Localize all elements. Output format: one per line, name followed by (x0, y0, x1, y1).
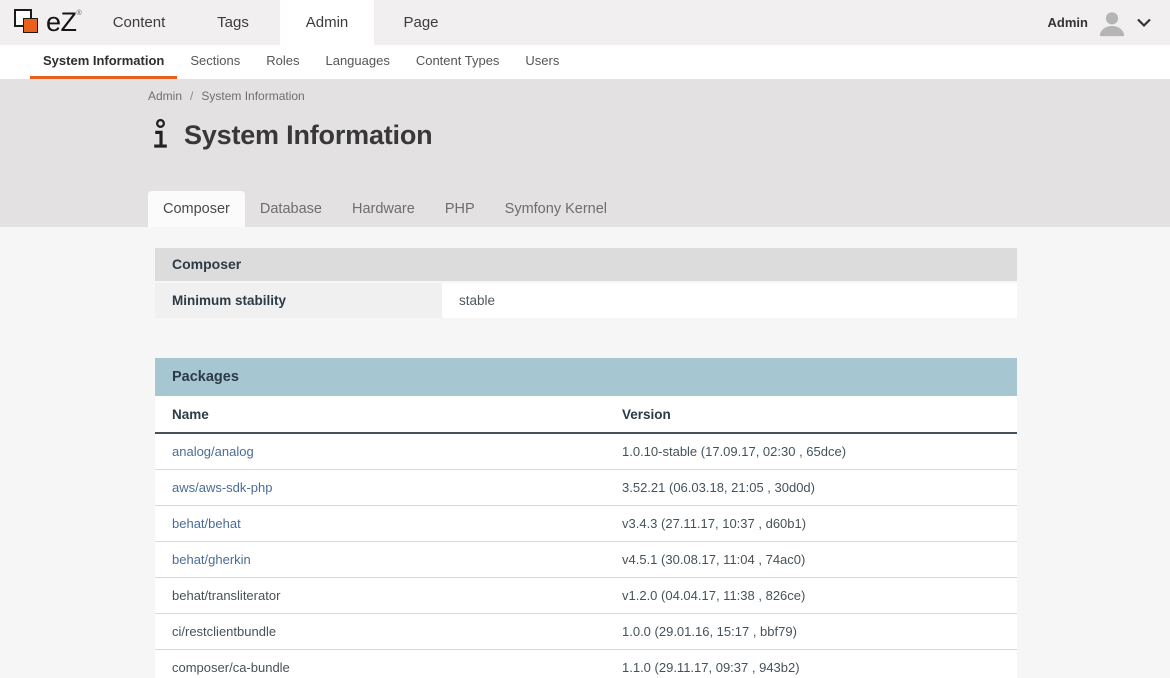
tab[interactable]: PHP (430, 191, 490, 227)
table-row: Minimum stability stable (155, 283, 1017, 318)
composer-row-value: stable (442, 283, 1017, 318)
top-bar: eZ® Content Tags Admin Page Admin (0, 0, 1170, 45)
subnav-item[interactable]: Users (512, 45, 572, 79)
package-version: 1.0.0 (29.01.16, 15:17 , bbf79) (622, 614, 1017, 649)
user-avatar-icon (1097, 9, 1127, 37)
table-row: behat/transliterator v1.2.0 (04.04.17, 1… (155, 578, 1017, 614)
tab[interactable]: Hardware (337, 191, 430, 227)
tab[interactable]: Composer (148, 191, 245, 227)
tab[interactable]: Symfony Kernel (490, 191, 622, 227)
package-name: ci/restclientbundle (155, 614, 622, 649)
ez-logo[interactable]: eZ® (0, 0, 92, 45)
package-name[interactable]: behat/behat (155, 506, 622, 541)
subnav-item[interactable]: Roles (253, 45, 312, 79)
package-name[interactable]: behat/gherkin (155, 542, 622, 577)
user-name: Admin (1048, 15, 1088, 30)
package-version: v4.5.1 (30.08.17, 11:04 , 74ac0) (622, 542, 1017, 577)
info-icon (150, 118, 171, 152)
package-version: 1.1.0 (29.11.17, 09:37 , 943b2) (622, 650, 1017, 678)
system-info-tabs: Composer Database Hardware PHP Symfony K… (148, 191, 1170, 227)
package-version: 1.0.10-stable (17.09.17, 02:30 , 65dce) (622, 434, 1017, 469)
logo-text: eZ® (46, 7, 81, 38)
main-nav: Content Tags Admin Page (92, 0, 468, 45)
page-header-band: Admin / System Information System Informat… (0, 79, 1170, 227)
breadcrumb-separator: / (190, 89, 193, 103)
composer-row-label: Minimum stability (155, 283, 442, 318)
package-name: composer/ca-bundle (155, 650, 622, 678)
package-name: behat/transliterator (155, 578, 622, 613)
admin-subnav: System Information Sections Roles Langua… (0, 45, 1170, 79)
subnav-item[interactable]: Sections (177, 45, 253, 79)
breadcrumb-parent[interactable]: Admin (148, 89, 182, 103)
page-title-block: System Information (150, 118, 1170, 152)
subnav-item[interactable]: Languages (312, 45, 402, 79)
user-menu[interactable]: Admin (1048, 0, 1170, 45)
content-area: Composer Minimum stability stable Packag… (0, 227, 1170, 678)
column-header-name: Name (155, 396, 622, 432)
chevron-down-icon[interactable] (1136, 18, 1152, 28)
tab[interactable]: Database (245, 191, 337, 227)
table-row: aws/aws-sdk-php 3.52.21 (06.03.18, 21:05… (155, 470, 1017, 506)
table-row: composer/ca-bundle 1.1.0 (29.11.17, 09:3… (155, 650, 1017, 678)
registered-mark: ® (77, 10, 82, 17)
main-nav-item[interactable]: Admin (280, 0, 374, 45)
packages-rows: analog/analog 1.0.10-stable (17.09.17, 0… (155, 434, 1017, 678)
table-row: behat/behat v3.4.3 (27.11.17, 10:37 , d6… (155, 506, 1017, 542)
package-name[interactable]: aws/aws-sdk-php (155, 470, 622, 505)
table-row: ci/restclientbundle 1.0.0 (29.01.16, 15:… (155, 614, 1017, 650)
packages-section-header: Packages (155, 358, 1017, 396)
packages-column-header: Name Version (155, 396, 1017, 434)
table-row: analog/analog 1.0.10-stable (17.09.17, 0… (155, 434, 1017, 470)
ez-logo-icon (14, 6, 46, 40)
composer-section: Composer Minimum stability stable (155, 227, 1017, 318)
package-version: 3.52.21 (06.03.18, 21:05 , 30d0d) (622, 470, 1017, 505)
breadcrumb-current: System Information (201, 89, 304, 103)
column-header-version: Version (622, 396, 1017, 432)
subnav-item[interactable]: Content Types (403, 45, 513, 79)
subnav-item[interactable]: System Information (30, 45, 177, 79)
page-title: System Information (184, 120, 432, 151)
breadcrumb: Admin / System Information (148, 89, 1170, 103)
package-version: v1.2.0 (04.04.17, 11:38 , 826ce) (622, 578, 1017, 613)
logo-square-front (23, 18, 38, 33)
main-nav-item[interactable]: Tags (186, 0, 280, 45)
main-nav-item[interactable]: Page (374, 0, 468, 45)
package-name[interactable]: analog/analog (155, 434, 622, 469)
main-nav-item[interactable]: Content (92, 0, 186, 45)
composer-section-header: Composer (155, 248, 1017, 281)
package-version: v3.4.3 (27.11.17, 10:37 , d60b1) (622, 506, 1017, 541)
packages-section: Packages Name Version analog/analog 1.0.… (155, 358, 1017, 678)
table-row: behat/gherkin v4.5.1 (30.08.17, 11:04 , … (155, 542, 1017, 578)
